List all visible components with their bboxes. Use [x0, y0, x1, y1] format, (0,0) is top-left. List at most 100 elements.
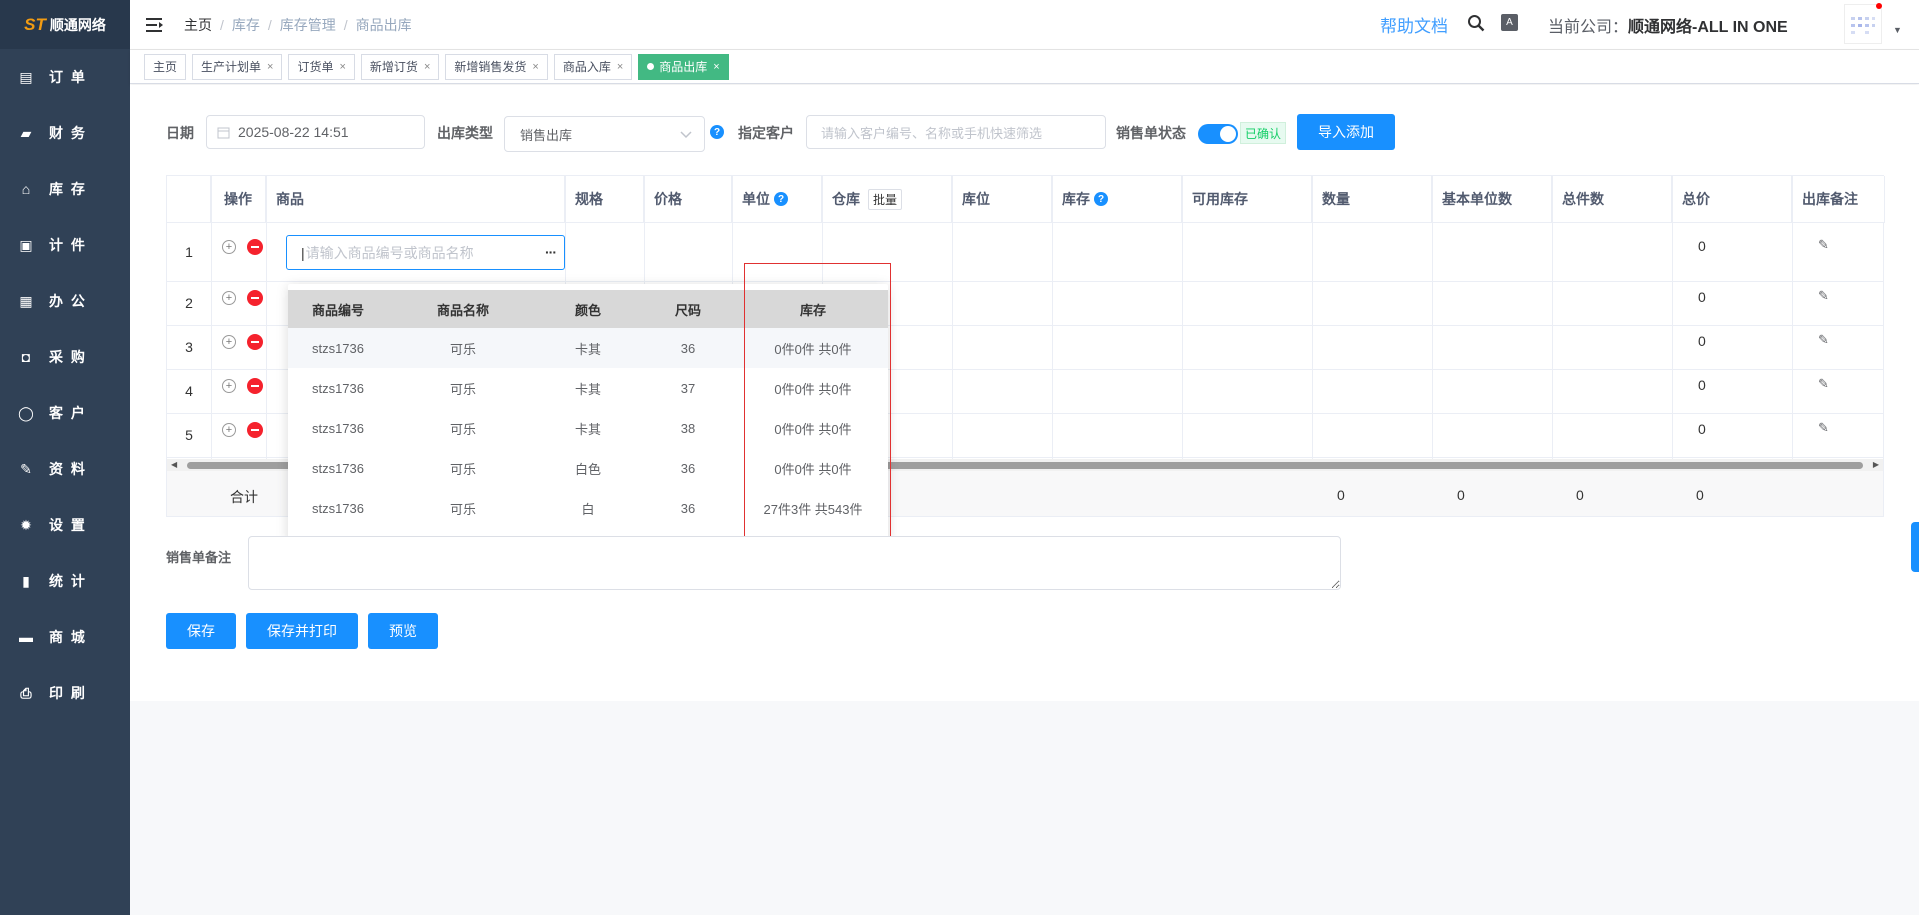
help-docs-link[interactable]: 帮助文档	[1380, 12, 1448, 37]
tab-label: 新增订货	[369, 60, 418, 74]
sidebar-item-bag[interactable]: ◘ 采 购	[0, 329, 130, 385]
import-add-button[interactable]: 导入添加	[1297, 114, 1395, 150]
sidebar-item-user[interactable]: ◯ 客 户	[0, 385, 130, 441]
tab-5[interactable]: 商品入库 ×	[553, 53, 633, 80]
sidebar-item-clipboard[interactable]: ▣ 计 件	[0, 217, 130, 273]
tab-4[interactable]: 新增销售发货 ×	[445, 53, 548, 80]
tab-label: 商品入库	[562, 60, 611, 74]
edit-remark-icon[interactable]: ✎	[1818, 420, 1829, 436]
sidebar-item-label: 资 料	[49, 461, 87, 477]
sidebar-item-gear[interactable]: ✹ 设 置	[0, 497, 130, 553]
font-size-icon[interactable]: A	[1501, 14, 1518, 31]
tab-2[interactable]: 订货单 ×	[288, 53, 355, 80]
remove-row-icon[interactable]	[247, 334, 263, 350]
dropdown-cell: 0件0件 共0件	[774, 381, 852, 397]
sales-remark-textarea[interactable]	[248, 536, 1341, 590]
close-icon[interactable]: ×	[713, 61, 719, 73]
sidebar-item-label: 商 城	[49, 629, 87, 645]
close-icon[interactable]: ×	[267, 61, 273, 73]
outbound-type-select[interactable]: 销售出库	[504, 116, 705, 152]
date-picker[interactable]: 2025-08-22 14:51	[206, 115, 425, 149]
close-icon[interactable]: ×	[532, 61, 538, 73]
remove-row-icon[interactable]	[247, 290, 263, 306]
sidebar-item-calendar[interactable]: ▦ 办 公	[0, 273, 130, 329]
remove-row-icon[interactable]	[247, 239, 263, 255]
add-row-icon[interactable]: +	[222, 240, 236, 254]
dropdown-cell: stzs1736	[311, 420, 365, 436]
sum-label: 合计	[230, 489, 258, 505]
col-header-label: 基本单位数	[1442, 191, 1512, 207]
preview-button[interactable]: 预览	[368, 613, 438, 649]
customer-search-input[interactable]: 请输入客户编号、名称或手机快速筛选	[806, 115, 1106, 149]
product-search-input[interactable]: | 请输入商品编号或商品名称 ···	[286, 235, 565, 270]
sales-status-toggle[interactable]	[1198, 124, 1238, 144]
col-header-label: 总价	[1682, 191, 1710, 207]
add-row-icon[interactable]: +	[222, 335, 236, 349]
side-drawer-handle[interactable]	[1911, 522, 1919, 572]
add-row-icon[interactable]: +	[222, 423, 236, 437]
pen-icon: ✎	[20, 460, 34, 477]
caret-down-icon[interactable]: ▼	[1893, 25, 1902, 35]
tab-1[interactable]: 生产计划单 ×	[192, 53, 283, 80]
remove-row-icon[interactable]	[247, 378, 263, 394]
edit-remark-icon[interactable]: ✎	[1818, 332, 1829, 348]
dropdown-header-cell: 颜色	[574, 302, 601, 318]
sidebar-item-order[interactable]: ▤ 订 单	[0, 49, 130, 105]
help-question-icon[interactable]: ?	[1094, 192, 1108, 206]
sidebar-item-printer[interactable]: ⎙ 印 刷	[0, 665, 130, 721]
edit-remark-icon[interactable]: ✎	[1818, 376, 1829, 392]
close-icon[interactable]: ×	[617, 61, 623, 73]
add-row-icon[interactable]: +	[222, 379, 236, 393]
company-label: 当前公司：	[1548, 18, 1629, 36]
dropdown-cell: stzs1736	[311, 340, 365, 356]
sidebar-item-pen[interactable]: ✎ 资 料	[0, 441, 130, 497]
breadcrumb-inventory-manage[interactable]: 库存管理	[280, 15, 336, 35]
sum-qty: 0	[1337, 487, 1345, 503]
col-header-product: 商品	[266, 176, 565, 223]
dropdown-option[interactable]: stzs1736 可乐 卡其 38 0件0件 共0件	[288, 408, 888, 448]
sidebar-menu: ▤ 订 单 ▰ 财 务 ⌂ 库 存 ▣ 计 件 ▦ 办 公 ◘ 采 购 ◯ 客 户 ✎ 资 料 ✹ 设 置 ▮ 统 计…	[0, 49, 130, 721]
dropdown-option[interactable]: stzs1736 可乐 白 36 27件3件 共543件	[288, 488, 888, 528]
dropdown-cell: 36	[680, 500, 696, 516]
batch-button[interactable]: 批量	[868, 188, 903, 210]
menu-toggle-icon[interactable]	[146, 17, 166, 33]
search-icon[interactable]	[1467, 14, 1485, 32]
breadcrumb-home[interactable]: 主页	[184, 15, 212, 35]
scroll-left-icon[interactable]: ◀	[171, 460, 177, 469]
sidebar-item-label: 计 件	[49, 237, 87, 253]
sidebar-item-label: 办 公	[49, 293, 87, 309]
help-question-icon[interactable]: ?	[774, 192, 788, 206]
close-icon[interactable]: ×	[424, 61, 430, 73]
add-row-icon[interactable]: +	[222, 291, 236, 305]
dropdown-option[interactable]: stzs1736 可乐 卡其 37 0件0件 共0件	[288, 368, 888, 408]
sidebar-item-shop[interactable]: ▬ 商 城	[0, 609, 130, 665]
logo-text: 顺通网络	[49, 16, 106, 33]
dropdown-option[interactable]: stzs1736 可乐 卡其 36 0件0件 共0件	[288, 328, 888, 368]
tab-label: 新增销售发货	[454, 60, 527, 74]
dropdown-option[interactable]: stzs1736 可乐 白色 36 0件0件 共0件	[288, 448, 888, 488]
row-index: 4	[185, 383, 193, 399]
scroll-right-icon[interactable]: ▶	[1873, 460, 1879, 469]
tab-3[interactable]: 新增订货 ×	[360, 53, 440, 80]
save-button[interactable]: 保存	[166, 613, 236, 649]
more-options-icon[interactable]: ···	[545, 244, 557, 260]
row-index: 1	[185, 244, 193, 260]
edit-remark-icon[interactable]: ✎	[1818, 237, 1829, 253]
tab-6[interactable]: 商品出库 ×	[638, 53, 729, 80]
close-icon[interactable]: ×	[339, 61, 345, 73]
col-header-label: 操作	[224, 191, 252, 207]
sidebar-item-wallet[interactable]: ▰ 财 务	[0, 105, 130, 161]
col-header-total_pieces: 总件数	[1552, 176, 1672, 223]
tab-0[interactable]: 主页	[144, 53, 187, 80]
sidebar-item-home[interactable]: ⌂ 库 存	[0, 161, 130, 217]
row-total-price: 0	[1698, 421, 1706, 437]
col-header-location: 库位	[952, 176, 1052, 223]
avatar[interactable]	[1844, 3, 1882, 44]
save-print-button[interactable]: 保存并打印	[246, 613, 358, 649]
breadcrumb-inventory[interactable]: 库存	[232, 15, 260, 35]
help-question-icon[interactable]: ?	[710, 125, 724, 139]
edit-remark-icon[interactable]: ✎	[1818, 288, 1829, 304]
col-header-index	[167, 176, 211, 223]
sidebar-item-bar-chart[interactable]: ▮ 统 计	[0, 553, 130, 609]
remove-row-icon[interactable]	[247, 422, 263, 438]
